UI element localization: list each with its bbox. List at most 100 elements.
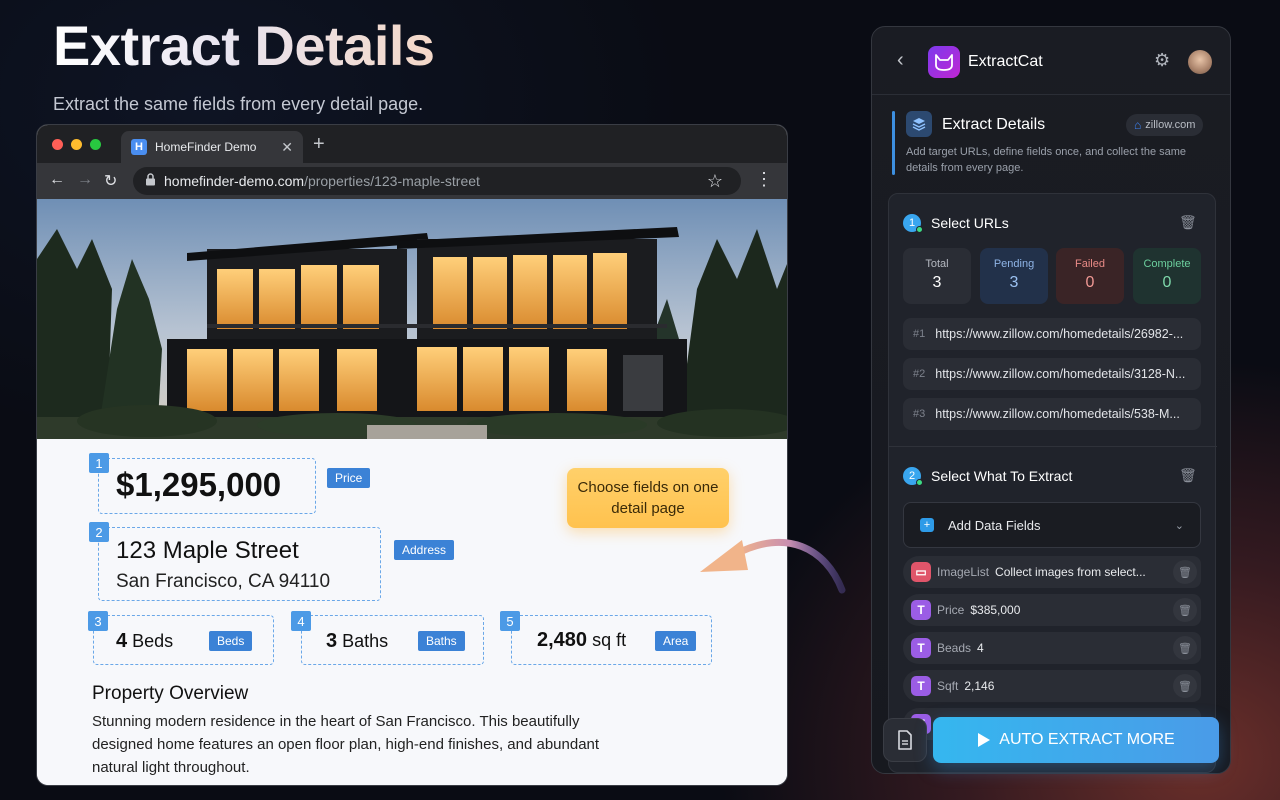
- zillow-logo-icon: ⌂: [1134, 118, 1142, 132]
- field-row[interactable]: T Sqft 2,146 🗑: [903, 670, 1201, 702]
- section-title: Extract Details: [942, 116, 1046, 133]
- trash-icon[interactable]: 🗑: [1173, 636, 1197, 660]
- url-text: homefinder-demo.com/properties/123-maple…: [164, 173, 480, 189]
- section-description: Add target URLs, define fields once, and…: [906, 146, 1187, 174]
- section-accent-bar: [892, 111, 895, 175]
- close-window-dot[interactable]: [52, 139, 63, 150]
- bookmark-star-icon[interactable]: ☆: [707, 171, 723, 192]
- field-row[interactable]: T Beads 4 🗑: [903, 632, 1201, 664]
- area-value: 2,480 sq ft: [537, 629, 626, 652]
- url-row[interactable]: #1 https://www.zillow.com/homedetails/26…: [903, 318, 1201, 350]
- text-icon: T: [911, 676, 931, 696]
- document-button[interactable]: [883, 718, 927, 762]
- property-photo: [37, 199, 787, 439]
- field-name: Sqft: [937, 679, 959, 693]
- extractcat-logo-icon: [928, 46, 960, 78]
- field-name: Beads: [937, 641, 972, 655]
- text-icon: T: [911, 638, 931, 658]
- stat-value: 0: [1085, 274, 1095, 291]
- browser-menu-icon[interactable]: ⋮: [755, 169, 773, 190]
- listing-city: San Francisco, CA 94110: [116, 571, 331, 592]
- field-name: Price: [937, 603, 965, 617]
- baths-unit: Baths: [342, 631, 389, 651]
- layers-icon: [906, 111, 932, 137]
- user-avatar[interactable]: [1188, 50, 1212, 74]
- trash-icon[interactable]: 🗑: [1179, 467, 1197, 484]
- new-tab-icon[interactable]: +: [313, 133, 325, 156]
- maximize-window-dot[interactable]: [90, 139, 101, 150]
- url-host: homefinder-demo.com: [164, 173, 305, 189]
- plus-icon: +: [920, 518, 934, 532]
- tab-close-icon[interactable]: ✕: [281, 139, 293, 156]
- url-index: #2: [913, 368, 926, 380]
- url-value: https://www.zillow.com/homedetails/26982…: [935, 327, 1184, 341]
- baths-value: 3 Baths: [326, 630, 388, 653]
- steps-card: 1 Select URLs 🗑 Total 3 Pending 3 Failed…: [888, 193, 1217, 773]
- url-index: #1: [913, 328, 926, 340]
- field-number-badge: 5: [500, 611, 520, 631]
- stat-value: 0: [1162, 274, 1172, 291]
- url-path: /properties/123-maple-street: [304, 173, 480, 189]
- minimize-window-dot[interactable]: [71, 139, 82, 150]
- field-number-badge: 4: [291, 611, 311, 631]
- browser-tab[interactable]: H HomeFinder Demo ✕: [121, 131, 303, 163]
- trash-icon[interactable]: 🗑: [1173, 598, 1197, 622]
- trash-icon[interactable]: 🗑: [1173, 674, 1197, 698]
- url-value: https://www.zillow.com/homedetails/538-M…: [935, 407, 1180, 421]
- listing-price: $1,295,000: [116, 466, 282, 503]
- address-bar-row: ← → ↻ homefinder-demo.com/properties/123…: [37, 163, 787, 199]
- url-row[interactable]: #2 https://www.zillow.com/homedetails/31…: [903, 358, 1201, 390]
- field-name: ImageList: [937, 565, 990, 579]
- field-value: 2,146: [964, 679, 995, 693]
- stat-complete: Complete 0: [1133, 248, 1201, 304]
- lock-icon: [145, 173, 156, 189]
- step-status-dot: [916, 479, 923, 486]
- stat-label: Total: [925, 258, 949, 270]
- text-icon: T: [911, 600, 931, 620]
- url-row[interactable]: #3 https://www.zillow.com/homedetails/53…: [903, 398, 1201, 430]
- beds-number: 4: [116, 630, 128, 652]
- baths-tag: Baths: [418, 631, 465, 651]
- step-title: Select What To Extract: [931, 468, 1073, 484]
- url-value: https://www.zillow.com/homedetails/3128-…: [935, 367, 1186, 381]
- app-name: ExtractCat: [968, 53, 1043, 70]
- site-chip: ⌂ zillow.com: [1126, 114, 1204, 136]
- hint-callout: Choose fields on one detail page: [567, 468, 729, 528]
- field-row[interactable]: T Price $385,000 🗑: [903, 594, 1201, 626]
- forward-arrow-icon[interactable]: →: [77, 171, 93, 189]
- url-field[interactable]: homefinder-demo.com/properties/123-maple…: [133, 167, 741, 195]
- field-value: 4: [977, 641, 984, 655]
- address-tag: Address: [394, 540, 455, 560]
- stat-value: 3: [932, 274, 942, 291]
- beds-unit: Beds: [132, 631, 174, 651]
- baths-number: 3: [326, 630, 338, 652]
- trash-icon[interactable]: 🗑: [1179, 214, 1197, 231]
- play-icon: [978, 733, 991, 747]
- extension-panel: ‹ ExtractCat ⚙ Extract Details ⌂ zillow.…: [871, 26, 1231, 774]
- trash-icon[interactable]: 🗑: [1173, 560, 1197, 584]
- stat-pending: Pending 3: [980, 248, 1048, 304]
- area-tag: Area: [655, 631, 697, 651]
- step-title: Select URLs: [931, 215, 1009, 231]
- tab-bar: H HomeFinder Demo ✕ +: [37, 125, 787, 163]
- back-arrow-icon[interactable]: ←: [49, 171, 65, 189]
- field-number-badge: 3: [88, 611, 108, 631]
- area-number: 2,480: [537, 629, 588, 651]
- area-unit: sq ft: [592, 630, 627, 650]
- image-icon: ▭: [911, 562, 931, 582]
- back-chevron-icon[interactable]: ‹: [897, 49, 904, 72]
- overview-text: Stunning modern residence in the heart o…: [92, 713, 600, 776]
- add-data-fields-dropdown[interactable]: + Add Data Fields ⌄: [903, 502, 1201, 548]
- settings-gear-icon[interactable]: ⚙: [1154, 50, 1170, 71]
- field-value: $385,000: [970, 603, 1021, 617]
- reload-icon[interactable]: ↻: [104, 171, 117, 191]
- beds-value: 4 Beds: [116, 630, 173, 653]
- hero-subtitle: Extract the same fields from every detai…: [53, 94, 424, 114]
- field-value: Collect images from select...: [995, 565, 1146, 579]
- step-divider: [889, 446, 1217, 447]
- tab-title: HomeFinder Demo: [155, 140, 257, 154]
- overview-title: Property Overview: [92, 683, 249, 704]
- field-row[interactable]: ▭ ImageList Collect images from select..…: [903, 556, 1201, 588]
- field-number-badge: 1: [89, 453, 109, 473]
- auto-extract-more-button[interactable]: AUTO EXTRACT MORE: [933, 717, 1219, 763]
